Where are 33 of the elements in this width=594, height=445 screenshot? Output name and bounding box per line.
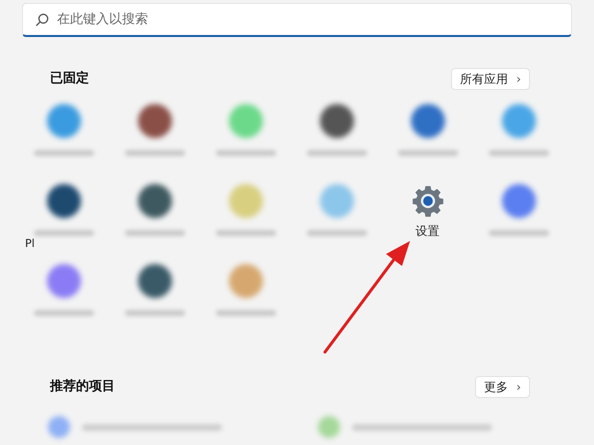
blurred-app-icon[interactable] [138, 104, 172, 138]
blurred-app-label [398, 150, 458, 156]
search-field[interactable]: 在此键入以搜索 [22, 3, 572, 37]
blurred-app-label [124, 230, 184, 236]
search-icon [35, 12, 49, 26]
blurred-app-label [34, 310, 94, 316]
section-title: 已固定 [50, 70, 89, 88]
blurred-app-icon[interactable] [46, 184, 80, 218]
chevron-icon: › [516, 378, 521, 396]
blurred-app-label [124, 150, 184, 156]
blurred-app-icon[interactable] [138, 264, 172, 298]
blurred-app-label [306, 230, 366, 236]
section-button[interactable]: 所有应用 › [451, 68, 530, 90]
blurred-app-icon[interactable] [410, 104, 444, 138]
blurred-app-label [488, 230, 548, 236]
blurred-app-label [306, 150, 366, 156]
blurred-app-label [216, 230, 276, 236]
blurred-app-icon[interactable] [320, 104, 354, 138]
blurred-file-icon[interactable] [48, 416, 70, 438]
partial-text: Pl [25, 236, 35, 252]
blurred-app-label [34, 230, 94, 236]
section-title: 推荐的项目 [50, 378, 115, 396]
gear-icon[interactable] [410, 184, 444, 218]
blurred-app-label [488, 150, 548, 156]
blurred-app-label [216, 150, 276, 156]
app-label[interactable]: 设置 [416, 222, 440, 240]
chevron-icon: › [516, 70, 521, 88]
blurred-app-label [124, 310, 184, 316]
blurred-app-label [216, 310, 276, 316]
search-input[interactable]: 在此键入以搜索 [57, 10, 559, 30]
section-button[interactable]: 更多 › [475, 376, 530, 398]
blurred-app-label [34, 150, 94, 156]
blurred-app-icon[interactable] [138, 184, 172, 218]
